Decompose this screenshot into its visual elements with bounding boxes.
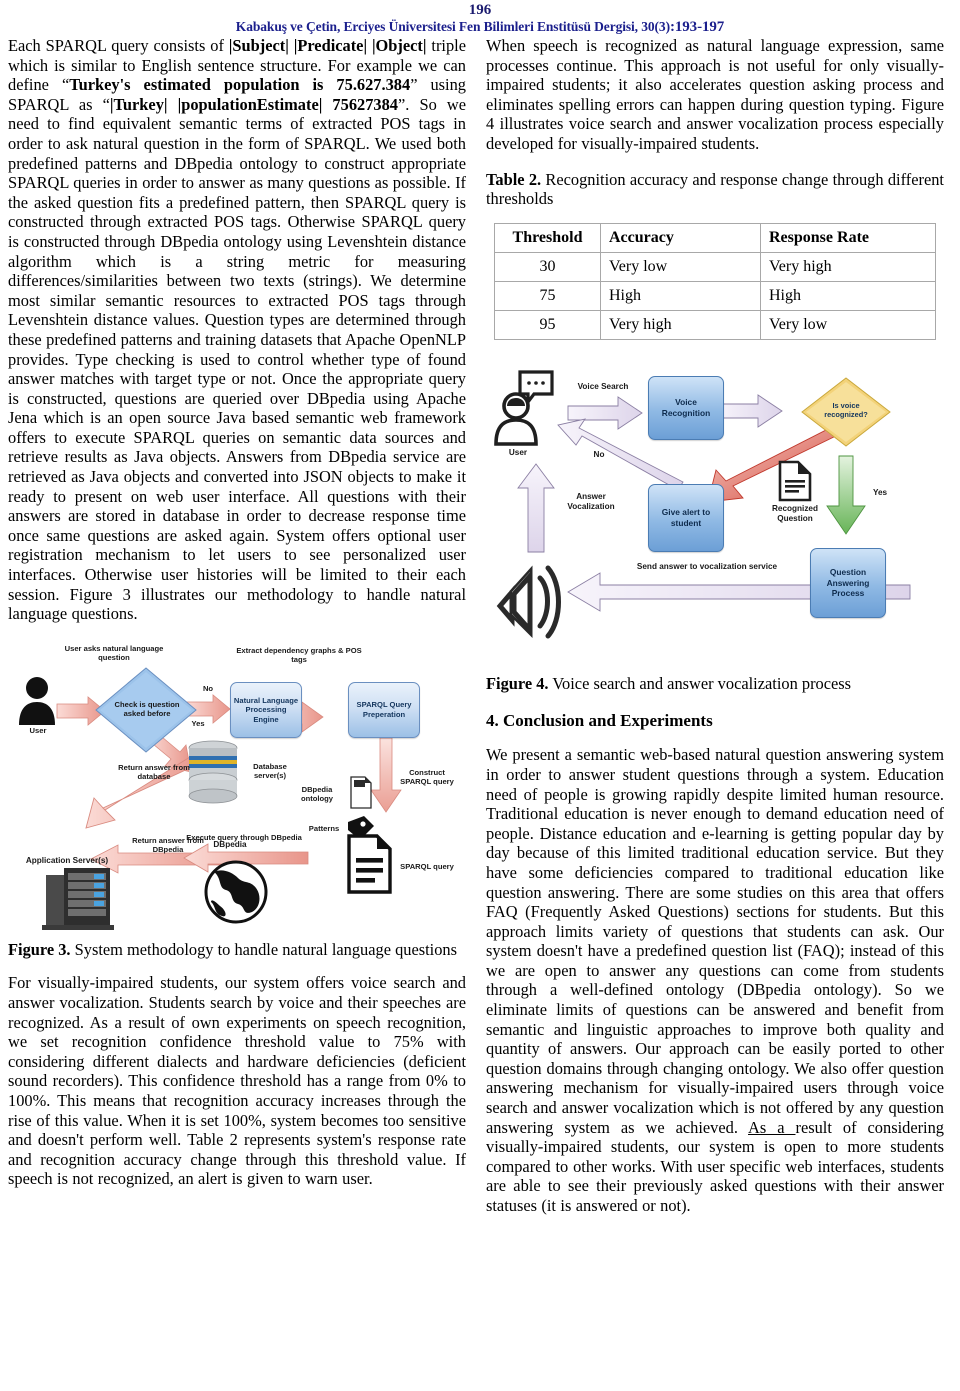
p1-seg-a: Each SPARQL query consists of [8,36,229,55]
fig4-box-give-alert: Give alert to student [648,483,724,552]
dbpedia-globe-icon [204,860,268,924]
table-col-response-rate: Response Rate [760,222,936,253]
table-col-threshold: Threshold [494,222,601,253]
table-row: 75 High High [494,280,936,311]
fig4-label-answer-vocalization: Answer Vocalization [567,491,615,511]
fig3-label-patterns: Patterns [308,823,340,833]
running-head-pages: :193-197 [669,19,725,35]
fig3-label-application-server: Application Server(s) [25,855,109,865]
cell-accuracy: Very high [600,309,761,340]
right-column: When speech is recognized as natural lan… [486,36,944,1216]
fig4-label-no: No [593,449,605,459]
table-row: 95 Very high Very low [494,309,936,340]
figure-4-caption: Figure 4. Voice search and answer vocali… [486,674,944,694]
recognized-question-document-icon [778,460,812,502]
fig3-label-yes: Yes [191,718,205,728]
fig3-label-database-server: Database server(s) [253,761,287,781]
cell-response-rate: High [760,280,936,311]
user-icon [494,370,554,446]
cell-response-rate: Very low [760,309,936,340]
figure-3-caption: Figure 3. System methodology to handle n… [8,940,466,960]
arrow-answer-vocalization [517,463,555,553]
running-head-journal: Erciyes Üniversitesi Fen Bilimleri Ensti… [343,19,671,34]
fig4-label-recognized-question: Recognized Question [772,503,818,523]
fig3-label-sparql-query: SPARQL query [400,861,454,871]
fig3-label-user-asks: User asks natural language question [64,643,164,663]
fig4-label-yes: Yes [872,487,888,497]
table-2-title-text: Recognition accuracy and response change… [486,169,944,209]
fig3-label-return-from-database: Return answer from database [118,762,190,782]
p1-triple: |Subject| |Predicate| |Object| [228,36,427,55]
fig3-label-execute-query: Execute query through DBpedia [186,832,302,842]
ontology-document-icon [350,776,372,809]
p1-seg-g: ”. So we need to find equivalent semanti… [8,94,466,624]
table-row: 30 Very low Very high [494,251,936,282]
p1-example-sparql: |Turkey| |populationEstimate| 75627384 [109,94,398,114]
figure-4-caption-text: Voice search and answer vocalization pro… [548,673,852,693]
cell-accuracy: Very low [600,251,761,282]
fig3-label-no: No [202,683,214,693]
arrow-recognition-to-decision [717,393,783,428]
speaker-icon [496,565,561,639]
figure-4-diagram: Voice Recognition Give alert to student … [490,364,960,664]
p1-example-sentence: Turkey's estimated population is 75.627.… [69,75,411,95]
fig3-box-sparql-preparation: SPARQL Query Preperation [348,681,420,738]
table-2-title-lead: Table 2. [486,169,542,189]
running-head: Kabakuş ve Çetin, Erciyes Üniversitesi F… [0,19,960,35]
table-header-row: Threshold Accuracy Response Rate [494,222,936,253]
fig4-box-voice-recognition: Voice Recognition [648,375,724,440]
page-number: 196 [468,2,492,18]
user-icon [19,676,55,725]
left-paragraph-2: For visually-impaired students, our syst… [8,973,466,1189]
fig3-label-construct-query: Construct SPARQL query [400,767,454,787]
fig4-label-user: User [508,447,528,457]
cell-threshold: 75 [494,280,601,311]
arrow-construct-sparql-query [370,737,402,813]
p2-seg-a: We present a semantic web-based natural … [486,745,944,1137]
table-2-title: Table 2. Recognition accuracy and respon… [486,170,944,209]
table-2: Threshold Accuracy Response Rate 30 Very… [494,222,936,340]
p2-underlined-phrase: As a [748,1117,796,1137]
two-column-layout: Each SPARQL query consists of |Subject| … [0,36,960,1216]
fig4-label-voice-search: Voice Search [577,381,629,391]
fig3-box-nlp-engine: Natural Language Processing Engine [230,681,302,738]
cell-threshold: 30 [494,251,601,282]
application-server-icon [42,867,114,930]
fig4-label-send-answer: Send answer to vocalization service [636,561,778,571]
figure-4-canvas [494,370,911,639]
figure-4-caption-lead: Figure 4. [486,673,549,693]
figure-3-caption-lead: Figure 3. [8,939,71,959]
left-column: Each SPARQL query consists of |Subject| … [8,36,466,1216]
cell-accuracy: High [600,280,761,311]
cell-response-rate: Very high [760,251,936,282]
right-paragraph-2: We present a semantic web-based natural … [486,745,944,1215]
table-col-accuracy: Accuracy [600,222,761,253]
arrow-yes-to-qa-process [826,455,866,535]
fig3-label-decision: Check is question asked before [114,699,180,719]
section-heading-conclusion: 4. Conclusion and Experiments [486,711,713,731]
fig4-box-qa-process: Question Answering Process [810,547,886,618]
cell-threshold: 95 [494,309,601,340]
arrow-no-to-give-alert [707,425,841,503]
paper-page: 196 Kabakuş ve Çetin, Erciyes Üniversite… [0,0,960,1391]
running-head-authors: Kabakuş ve Çetin, [235,19,341,34]
left-paragraph-1: Each SPARQL query consists of |Subject| … [8,36,466,624]
figure-3-caption-text: System methodology to handle natural lan… [70,939,458,959]
fig4-label-is-voice-recognized: Is voice recognized? [824,400,868,419]
fig3-label-extract: Extract dependency graphs & POS tags [236,645,362,665]
figure-3-diagram: Natural Language Processing Engine SPARQ… [8,640,466,930]
right-paragraph-1: When speech is recognized as natural lan… [486,36,944,153]
fig3-label-user: User [29,725,47,735]
fig3-label-dbpedia-ontology: DBpedia ontology [300,784,334,804]
